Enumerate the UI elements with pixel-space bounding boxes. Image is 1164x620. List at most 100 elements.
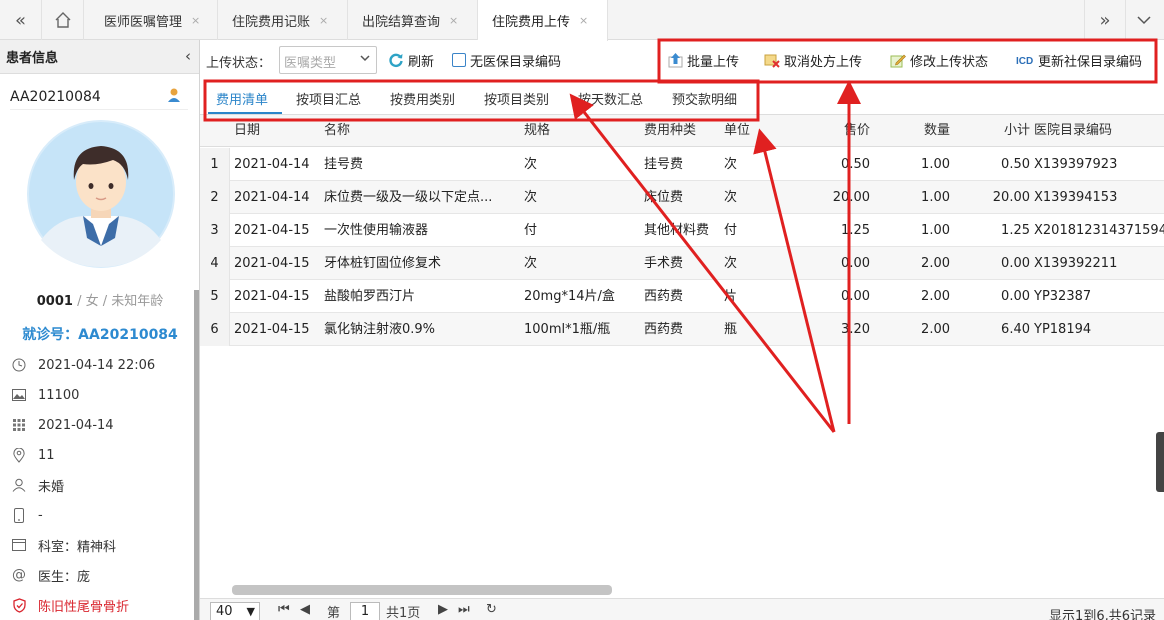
first-page-icon[interactable]: ⏮: [278, 602, 290, 617]
icd-icon: ICD: [1016, 54, 1034, 66]
next-page-icon[interactable]: ▶: [438, 602, 448, 617]
patient-code: 0001: [36, 294, 73, 309]
col-header-unit[interactable]: 单位: [724, 115, 774, 147]
horizontal-scrollbar[interactable]: [232, 585, 612, 595]
top-tab-bar: « 医师医嘱管理 × 住院费用记账 × 出院结算查询 × 住院费用上传 × »: [0, 0, 1164, 41]
active-tab-indicator: [208, 112, 282, 114]
modify-status-button[interactable]: 修改上传状态: [890, 50, 988, 70]
col-header-total[interactable]: 小计: [950, 115, 1030, 147]
cell-date: 2021-04-15: [234, 322, 310, 337]
cell-code: X139392211: [1034, 256, 1118, 271]
page-count: 共1页: [386, 606, 421, 620]
scroll-tabs-right-icon[interactable]: »: [1084, 0, 1126, 40]
table-row[interactable]: 3 2021-04-15 一次性使用输液器 付 其他材料费 付 1.25 1.0…: [200, 214, 1164, 247]
tab-menu-chevron-icon[interactable]: [1124, 0, 1164, 40]
tab-by-item-summary[interactable]: 按项目汇总: [296, 89, 361, 108]
collapse-chevron-icon[interactable]: ‹: [185, 47, 191, 65]
cell-name: 挂号费: [324, 157, 364, 172]
close-icon[interactable]: ×: [319, 14, 328, 27]
page-size-select[interactable]: 40 ▼: [210, 602, 260, 620]
admit-time-row: 2021-04-14 22:06: [8, 353, 155, 377]
cell-fee-type: 挂号费: [644, 157, 684, 172]
page-size-value: 40: [216, 604, 233, 619]
home-icon[interactable]: [42, 0, 84, 40]
tab-by-days-summary[interactable]: 按天数汇总: [578, 89, 643, 108]
tab-discharge-settlement[interactable]: 出院结算查询 ×: [348, 0, 478, 40]
table-row[interactable]: 2 2021-04-14 床位费一级及一级以下定点... 次 床位费 次 20.…: [200, 181, 1164, 214]
table-row[interactable]: 6 2021-04-15 氯化钠注射液0.9% 100ml*1瓶/瓶 西药费 瓶…: [200, 313, 1164, 346]
tab-fee-upload[interactable]: 住院费用上传 ×: [478, 0, 608, 41]
cell-price: 1.25: [841, 223, 870, 238]
table-row[interactable]: 1 2021-04-14 挂号费 次 挂号费 次 0.50 1.00 0.50 …: [200, 148, 1164, 181]
batch-upload-button[interactable]: 批量上传: [668, 50, 739, 70]
prev-page-icon[interactable]: ◀: [300, 602, 310, 617]
info-text: 陈旧性尾骨骨折: [38, 599, 130, 615]
update-insurance-code-button[interactable]: ICD 更新社保目录编码: [1016, 50, 1142, 70]
cell-name: 床位费一级及一级以下定点...: [324, 190, 493, 205]
panel-title: 患者信息: [6, 51, 59, 66]
no-insurance-code-checkbox[interactable]: 无医保目录编码: [452, 50, 561, 70]
info-text: 11100: [38, 387, 80, 403]
cancel-upload-label: 取消处方上传: [784, 54, 863, 70]
cell-fee-type: 西药费: [644, 289, 684, 304]
col-header-qty[interactable]: 数量: [870, 115, 950, 147]
close-icon[interactable]: ×: [191, 14, 200, 27]
tab-fee-list[interactable]: 费用清单: [216, 89, 268, 108]
patient-info-panel: 患者信息 ‹ AA20210084 0001 / 女 / 未知年龄 就诊号：AA…: [0, 40, 200, 620]
patient-panel-header: 患者信息 ‹: [0, 40, 199, 74]
cell-qty: 1.00: [921, 157, 950, 172]
cell-qty: 1.00: [921, 190, 950, 205]
patient-id-row: AA20210084: [10, 84, 188, 110]
cell-date: 2021-04-15: [234, 256, 310, 271]
avatar: [27, 120, 175, 268]
upload-status-label: 上传状态：: [206, 56, 272, 71]
tab-prepayment-detail[interactable]: 预交款明细: [672, 89, 737, 108]
col-header-name[interactable]: 名称: [324, 115, 514, 147]
side-handle[interactable]: [1156, 432, 1164, 492]
cell-total: 20.00: [992, 190, 1030, 205]
order-type-placeholder: 医嘱类型: [284, 56, 337, 71]
tab-inpatient-billing[interactable]: 住院费用记账 ×: [218, 0, 348, 40]
table-row[interactable]: 5 2021-04-15 盐酸帕罗西汀片 20mg*14片/盒 西药费 片 0.…: [200, 280, 1164, 313]
close-icon[interactable]: ×: [449, 14, 458, 27]
cell-qty: 1.00: [921, 223, 950, 238]
col-header-spec[interactable]: 规格: [524, 115, 634, 147]
chevron-down-icon: ▼: [246, 605, 255, 618]
last-page-icon[interactable]: ⏭: [458, 602, 470, 617]
refresh-button[interactable]: 刷新: [388, 50, 434, 70]
col-header-price[interactable]: 售价: [784, 115, 870, 147]
phone-icon: [8, 507, 30, 523]
close-icon[interactable]: ×: [579, 14, 588, 27]
cell-spec: 20mg*14片/盒: [524, 289, 615, 304]
cell-code: X201812314371594: [1034, 223, 1164, 238]
bed-row: 11100: [8, 383, 79, 407]
table-row[interactable]: 4 2021-04-15 牙体桩钉固位修复术 次 手术费 次 0.00 2.00…: [200, 247, 1164, 280]
order-type-select[interactable]: 医嘱类型: [279, 46, 377, 74]
cell-price: 3.20: [841, 322, 870, 337]
tab-doctor-orders[interactable]: 医师医嘱管理 ×: [90, 0, 218, 40]
cell-price: 0.00: [841, 289, 870, 304]
cell-spec: 次: [524, 190, 538, 205]
cell-name: 牙体桩钉固位修复术: [324, 256, 442, 271]
panel-scrollbar[interactable]: [194, 290, 199, 620]
calendar-icon: [8, 418, 30, 432]
col-header-code[interactable]: 医院目录编码: [1034, 115, 1164, 147]
checkbox[interactable]: [452, 53, 466, 67]
cell-total: 0.50: [1001, 157, 1030, 172]
tab-by-fee-category[interactable]: 按费用类别: [390, 89, 455, 108]
col-header-date[interactable]: 日期: [234, 115, 314, 147]
col-header-fee-type[interactable]: 费用种类: [644, 115, 724, 147]
scroll-tabs-left-icon[interactable]: «: [0, 0, 42, 40]
cell-unit: 瓶: [724, 322, 738, 337]
tab-by-item-category[interactable]: 按项目类别: [484, 89, 549, 108]
tab-label: 住院费用上传: [492, 15, 571, 30]
cancel-upload-button[interactable]: 取消处方上传: [764, 50, 862, 70]
tab-label: 住院费用记账: [232, 14, 311, 30]
info-text: 科室：精神科: [38, 539, 117, 555]
page-number-input[interactable]: 1: [350, 602, 380, 620]
svg-text:ICD: ICD: [1016, 56, 1033, 66]
user-switch-icon[interactable]: [166, 87, 182, 107]
cell-fee-type: 手术费: [644, 256, 684, 271]
cell-spec: 100ml*1瓶/瓶: [524, 322, 611, 337]
reload-icon[interactable]: ↻: [486, 602, 497, 617]
